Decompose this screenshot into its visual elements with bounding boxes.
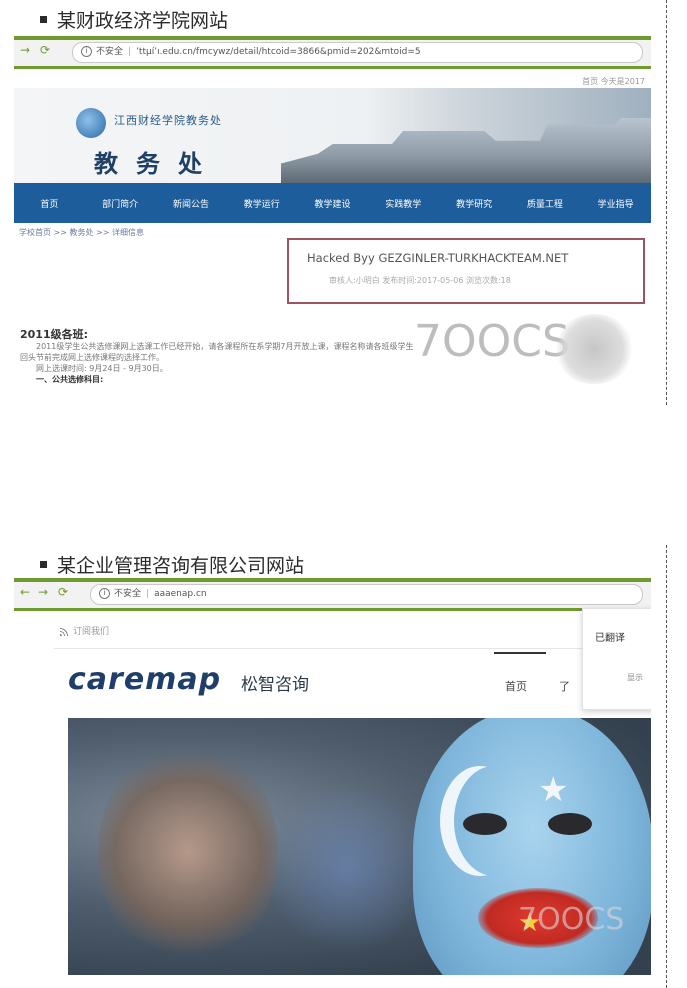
dept-name: 教务处 xyxy=(94,149,220,178)
bullet-icon xyxy=(40,561,47,568)
browser-toolbar: → ⟳ i 不安全 | ’ttµí’ı.edu.cn/fmcywz/detail/ht… xyxy=(14,36,651,69)
section-title-2: 某企业管理咨询有限公司网站 xyxy=(40,551,304,578)
hacked-meta: 审核人:小明白 发布时间:2017-05-06 浏览次数:18 xyxy=(329,276,511,285)
campus-photo xyxy=(281,118,651,183)
nav-item-operation[interactable]: 教学运行 xyxy=(226,197,297,210)
nav-item-news[interactable]: 新闻公告 xyxy=(156,197,227,210)
main-nav: 首页 部门简介 新闻公告 教学运行 教学建设 实践教学 教学研究 质量工程 学业… xyxy=(14,183,651,223)
watermark-splat xyxy=(554,314,634,384)
nav-item-practice[interactable]: 实践教学 xyxy=(368,197,439,210)
section-title-1: 某财政经济学院网站 xyxy=(40,6,228,33)
rss-subscribe[interactable]: 订阅我们 xyxy=(60,624,109,637)
nav-item-construction[interactable]: 教学建设 xyxy=(297,197,368,210)
nav-item-more[interactable]: 了 xyxy=(559,678,570,694)
url-text: ’ttµí’ı.edu.cn/fmcywz/detail/htcoid=3866… xyxy=(136,47,421,57)
back-icon[interactable]: ← xyxy=(20,585,30,599)
omnibox-separator: | xyxy=(128,47,132,57)
breadcrumb[interactable]: 学校首页 >> 教务处 >> 详细信息 xyxy=(19,227,144,238)
address-bar[interactable]: i 不安全 | aaaenap.cn xyxy=(90,584,643,605)
rss-text: 订阅我们 xyxy=(73,627,110,637)
translate-title: 已翻译 xyxy=(595,633,625,644)
date-text: 首页 今天是2017 xyxy=(582,77,645,86)
hacked-title: Hacked Byy GEZGINLER-TURKHACKTEAM.NET xyxy=(307,251,569,265)
header-divider xyxy=(54,648,651,649)
address-bar[interactable]: i 不安全 | ’ttµí’ı.edu.cn/fmcywz/detail/htcoid… xyxy=(72,42,643,63)
rss-icon xyxy=(60,627,69,636)
notice-title: 2011级各班: xyxy=(20,328,89,341)
nav-active-indicator xyxy=(494,652,546,654)
hero-figure xyxy=(268,778,428,958)
security-label: 不安全 xyxy=(96,47,124,57)
nav-item-guidance[interactable]: 学业指导 xyxy=(580,197,651,210)
hero-figure xyxy=(98,738,278,968)
section-title-1-text: 某财政经济学院网站 xyxy=(57,10,229,32)
eye-shape xyxy=(548,813,592,835)
nav-item-home[interactable]: 首页 xyxy=(505,678,527,694)
translate-popup: 已翻译 显示 xyxy=(582,608,651,710)
translate-show-original[interactable]: 显示 xyxy=(627,672,643,683)
browser-window-2: ← → ⟳ i 不安全 | aaaenap.cn 订阅我们 caremap 松智咨询 … xyxy=(14,578,651,978)
notice-line: 一、公共选修科目: xyxy=(36,375,104,384)
company-logo[interactable]: caremap xyxy=(68,662,221,697)
school-name: 江西财经学院教务处 xyxy=(114,114,222,127)
info-icon: i xyxy=(81,46,92,57)
star-icon: ★ xyxy=(538,770,569,810)
watermark: 7OOCS xyxy=(518,902,625,937)
reload-icon[interactable]: ⟳ xyxy=(58,585,68,599)
school-logo xyxy=(76,108,106,138)
watermark: 7OOCS xyxy=(414,316,570,367)
info-icon: i xyxy=(99,588,110,599)
reload-icon[interactable]: ⟳ xyxy=(40,43,50,57)
section-title-2-text: 某企业管理咨询有限公司网站 xyxy=(57,555,305,577)
browser-window-1: → ⟳ i 不安全 | ’ttµí’ı.edu.cn/fmcywz/detail/ht… xyxy=(14,36,651,406)
nav-item-quality[interactable]: 质量工程 xyxy=(509,197,580,210)
browser-toolbar: ← → ⟳ i 不安全 | aaaenap.cn xyxy=(14,578,651,611)
nav-item-about[interactable]: 部门简介 xyxy=(85,197,156,210)
omnibox-separator: | xyxy=(146,589,150,599)
bullet-icon xyxy=(40,16,47,23)
hacked-notice-box: Hacked Byy GEZGINLER-TURKHACKTEAM.NET 审核… xyxy=(287,238,645,304)
forward-icon[interactable]: → xyxy=(38,585,48,599)
url-text: aaaenap.cn xyxy=(154,589,207,599)
eye-shape xyxy=(463,813,507,835)
security-label: 不安全 xyxy=(114,589,142,599)
forward-icon[interactable]: → xyxy=(20,43,30,57)
nav-item-research[interactable]: 教学研究 xyxy=(439,197,510,210)
hero-image: ★ ★ 7OOCS xyxy=(68,718,651,975)
company-logo-cn: 松智咨询 xyxy=(241,675,309,695)
site-banner: 江西财经学院教务处 教务处 xyxy=(14,88,651,183)
nav-item-home[interactable]: 首页 xyxy=(14,197,85,210)
dashed-divider xyxy=(666,545,667,988)
dashed-divider xyxy=(666,0,667,405)
